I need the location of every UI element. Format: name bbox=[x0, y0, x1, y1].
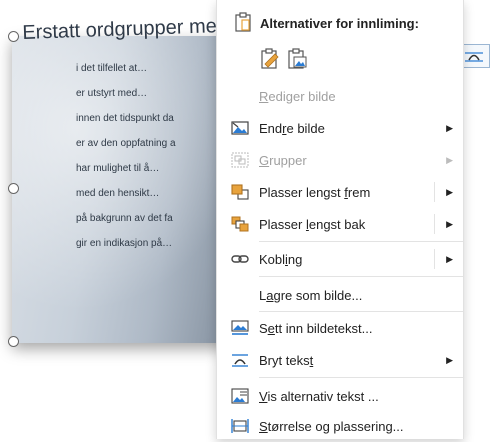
send-to-back-label: Plasser lengst bak bbox=[259, 216, 366, 232]
picture-line: i det tilfellet at… bbox=[76, 63, 148, 74]
menu-separator bbox=[259, 377, 463, 378]
paste-options-label: Alternativer for innliming: bbox=[260, 16, 419, 31]
alt-text-label: Vis alternativ tekst ... bbox=[259, 388, 379, 404]
picture-text-lines: i det tilfellet at… er utstyrt med… inne… bbox=[76, 56, 176, 256]
wrap-text-icon bbox=[232, 354, 248, 367]
insert-caption-icon bbox=[231, 320, 249, 335]
change-picture-label: Endre bilde bbox=[259, 120, 325, 136]
clipboard-icon bbox=[235, 12, 251, 32]
change-picture-icon bbox=[231, 121, 249, 135]
link-label: Kobling bbox=[259, 251, 303, 267]
wrap-text-label: Bryt tekst bbox=[259, 352, 314, 368]
bring-to-front-icon bbox=[231, 184, 249, 200]
picture-line: med den hensikt… bbox=[76, 188, 160, 199]
wrap-text-item[interactable]: Bryt tekst ▶ bbox=[217, 344, 463, 376]
submenu-arrow-icon: ▶ bbox=[446, 122, 453, 133]
menu-separator bbox=[259, 241, 463, 242]
paste-as-picture-icon bbox=[288, 48, 307, 69]
resize-handle-bottom-left[interactable] bbox=[8, 336, 19, 347]
insert-caption-label: Sett inn bildetekst... bbox=[259, 320, 373, 336]
send-to-back-item[interactable]: Plasser lengst bak ▶ bbox=[217, 208, 463, 240]
resize-handle-middle-left[interactable] bbox=[8, 183, 19, 194]
size-position-icon bbox=[231, 419, 249, 433]
submenu-arrow-icon[interactable]: ▶ bbox=[446, 254, 453, 265]
bring-to-front-item[interactable]: Plasser lengst frem ▶ bbox=[217, 176, 463, 208]
alt-text-icon bbox=[231, 388, 249, 404]
wrap-text-icon bbox=[465, 52, 483, 62]
group-label: Grupper bbox=[259, 152, 307, 168]
submenu-arrow-icon[interactable]: ▶ bbox=[446, 187, 453, 198]
split-divider bbox=[434, 249, 435, 269]
picture-line: er utstyrt med… bbox=[76, 88, 148, 99]
paste-keep-formatting-icon bbox=[261, 48, 279, 69]
save-as-picture-item[interactable]: Lagre som bilde... bbox=[217, 279, 463, 311]
picture-line: er av den oppfatning a bbox=[76, 138, 176, 149]
edit-picture-label: Rediger bilde bbox=[259, 88, 336, 104]
send-to-back-icon bbox=[231, 216, 249, 232]
group-icon bbox=[231, 152, 249, 168]
split-divider bbox=[434, 182, 435, 202]
save-as-picture-label: Lagre som bilde... bbox=[259, 287, 363, 303]
size-position-label: Størrelse og plassering... bbox=[259, 418, 404, 434]
menu-separator bbox=[259, 276, 463, 277]
paste-options-section: Alternativer for innliming: bbox=[217, 0, 463, 80]
submenu-arrow-icon: ▶ bbox=[446, 354, 453, 365]
picture-line: innen det tidspunkt da bbox=[76, 113, 174, 124]
paste-as-picture-button[interactable] bbox=[287, 48, 309, 70]
context-menu: Alternativer for innliming: Rediger bild… bbox=[216, 0, 464, 439]
submenu-arrow-icon[interactable]: ▶ bbox=[446, 219, 453, 230]
submenu-arrow-icon: ▶ bbox=[446, 154, 453, 165]
bring-to-front-label: Plasser lengst frem bbox=[259, 184, 371, 200]
resize-handle-top-left[interactable] bbox=[8, 31, 19, 42]
change-picture-item[interactable]: Endre bilde ▶ bbox=[217, 112, 463, 144]
link-item[interactable]: Kobling ▶ bbox=[217, 243, 463, 275]
group-item[interactable]: Grupper ▶ bbox=[217, 144, 463, 176]
size-position-item[interactable]: Størrelse og plassering... bbox=[217, 410, 463, 442]
picture-line: gir en indikasjon på… bbox=[76, 238, 173, 249]
picture-line: har mulighet til å… bbox=[76, 163, 160, 174]
picture-line: på bakgrunn av det fa bbox=[76, 213, 173, 224]
split-divider bbox=[434, 214, 435, 234]
edit-picture-item[interactable]: Rediger bilde bbox=[217, 80, 463, 112]
link-icon bbox=[231, 255, 249, 263]
paste-keep-formatting-button[interactable] bbox=[260, 48, 282, 70]
insert-caption-item[interactable]: Sett inn bildetekst... bbox=[217, 312, 463, 344]
alt-text-item[interactable]: Vis alternativ tekst ... bbox=[217, 380, 463, 412]
